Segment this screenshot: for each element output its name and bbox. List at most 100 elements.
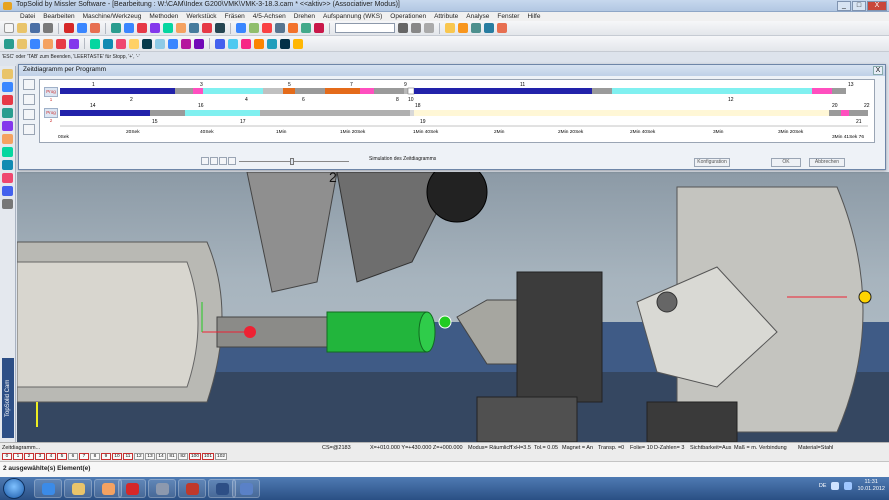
render-icon[interactable] [288, 23, 298, 33]
delete-icon[interactable] [64, 23, 74, 33]
layer-14[interactable]: 14 [156, 453, 166, 460]
layer-icon[interactable] [301, 23, 311, 33]
machine-icon[interactable] [4, 38, 14, 49]
snap-icon[interactable] [2, 134, 13, 144]
konfiguration-button[interactable]: Konfiguration [694, 158, 730, 167]
pattern-icon[interactable] [424, 23, 434, 33]
point-icon[interactable] [111, 23, 121, 33]
prog2-op6[interactable] [841, 110, 849, 116]
layer-102[interactable]: 102 [215, 453, 228, 460]
layer-8[interactable]: 8 [90, 453, 100, 460]
drill-icon[interactable] [90, 38, 100, 49]
prog2-op3[interactable] [185, 110, 260, 116]
prog1-op10[interactable] [374, 88, 404, 94]
prog1-op12[interactable] [414, 88, 592, 94]
undo-icon[interactable] [77, 23, 87, 33]
prog1-op8[interactable] [325, 88, 360, 94]
status-material[interactable]: Material=Stahl [798, 445, 848, 451]
layer-7[interactable]: 7 [79, 453, 89, 460]
status-magnet[interactable]: Magnet = An [562, 445, 598, 451]
menu-aufspannung[interactable]: Aufspannung (WKS) [323, 13, 382, 20]
open-folder-icon[interactable] [17, 23, 27, 33]
new-file-icon[interactable] [4, 23, 14, 33]
status-dzahlen[interactable]: D-Zahlen= 3 [654, 445, 690, 451]
prog1-op9[interactable] [360, 88, 374, 94]
layer-0[interactable]: 0 [2, 453, 12, 460]
collision-icon[interactable] [241, 38, 251, 49]
taskbar-firefox[interactable] [178, 479, 206, 498]
post-processor-icon[interactable] [254, 38, 264, 49]
attribute-icon[interactable] [471, 23, 481, 33]
layer-1[interactable]: 1 [13, 453, 23, 460]
volume-icon[interactable] [844, 482, 853, 490]
taskbar-ie[interactable] [34, 479, 62, 498]
layer-3[interactable]: 3 [35, 453, 45, 460]
folder-icon[interactable] [445, 23, 455, 33]
maximize-button[interactable]: □ [852, 1, 866, 11]
status-tol[interactable]: Tol.= 0.05 [534, 445, 562, 451]
abbrechen-button[interactable]: Abbrechen [809, 158, 845, 167]
prog1-op16[interactable] [832, 88, 846, 94]
layer-5[interactable]: 5 [57, 453, 67, 460]
layer-10[interactable]: 10 [112, 453, 122, 460]
arrow-icon[interactable] [2, 95, 13, 105]
network-icon[interactable] [831, 482, 840, 490]
help-icon[interactable] [497, 23, 507, 33]
status-folie[interactable]: Folie= 10 [630, 445, 654, 451]
start-button[interactable] [3, 478, 25, 499]
shape-icon[interactable] [176, 23, 186, 33]
prog1-op5[interactable] [263, 88, 283, 94]
tree-icon[interactable] [2, 199, 13, 209]
prog2-op2[interactable] [150, 110, 185, 116]
prog1-op3[interactable] [193, 88, 203, 94]
prog1-op1[interactable] [60, 88, 175, 94]
nc-code-icon[interactable] [194, 38, 204, 49]
menu-maschine-werkzeug[interactable]: Maschine/Werkzeug [83, 13, 142, 20]
pocket-icon[interactable] [116, 38, 126, 49]
status-txh[interactable]: TxH=3.5 [510, 445, 534, 451]
line-style-icon[interactable] [398, 23, 408, 33]
layer-12[interactable]: 12 [134, 453, 144, 460]
menu-fraesen[interactable]: Fräsen [225, 13, 245, 20]
close-button[interactable]: X [867, 1, 887, 11]
dialog-close-button[interactable]: X [873, 66, 883, 75]
sync-tool-icon[interactable] [23, 124, 35, 135]
layer-100[interactable]: 100 [189, 453, 202, 460]
taskbar-explorer[interactable] [64, 479, 92, 498]
verify-icon[interactable] [181, 38, 191, 49]
language-indicator[interactable]: DE [819, 483, 827, 489]
axis-icon[interactable] [2, 186, 13, 196]
contour-icon[interactable] [103, 38, 113, 49]
text-icon[interactable] [202, 23, 212, 33]
simulation-slider-thumb[interactable] [290, 158, 294, 165]
print-icon[interactable] [43, 23, 53, 33]
minimize-button[interactable]: _ [837, 1, 851, 11]
view-icon[interactable] [275, 23, 285, 33]
rewind-icon[interactable] [201, 157, 209, 165]
menu-werkstueck[interactable]: Werkstück [186, 13, 216, 20]
taskbar-app8[interactable] [232, 479, 260, 498]
save-icon[interactable] [30, 23, 40, 33]
menu-datei[interactable]: Datei [20, 13, 35, 20]
simulation-icon[interactable] [168, 38, 178, 49]
menu-analyse[interactable]: Analyse [466, 13, 489, 20]
time-diagram-chart[interactable]: Prog 1 Prog 2 1 2 3 4 5 6 7 8 9 10 11 12… [39, 79, 875, 143]
simulation-slider-track[interactable] [239, 161, 349, 162]
circle-icon[interactable] [137, 23, 147, 33]
prog1-op7[interactable] [295, 88, 325, 94]
dimension-icon[interactable] [189, 23, 199, 33]
menu-operationen[interactable]: Operationen [390, 13, 426, 20]
setup-icon[interactable] [43, 38, 53, 49]
stock-icon[interactable] [30, 38, 40, 49]
taskbar-tools[interactable] [118, 479, 146, 498]
prog2-op7[interactable] [849, 110, 868, 116]
line-icon[interactable] [124, 23, 134, 33]
prog2-wait[interactable] [414, 110, 829, 116]
time-diagram-icon[interactable] [215, 38, 225, 49]
document-icon[interactable] [267, 38, 277, 49]
turning-icon[interactable] [56, 38, 66, 49]
layer-9[interactable]: 9 [101, 453, 111, 460]
pencil-tool-icon[interactable] [23, 94, 35, 105]
cursor-icon[interactable] [2, 69, 13, 79]
color-combo[interactable] [335, 23, 395, 33]
